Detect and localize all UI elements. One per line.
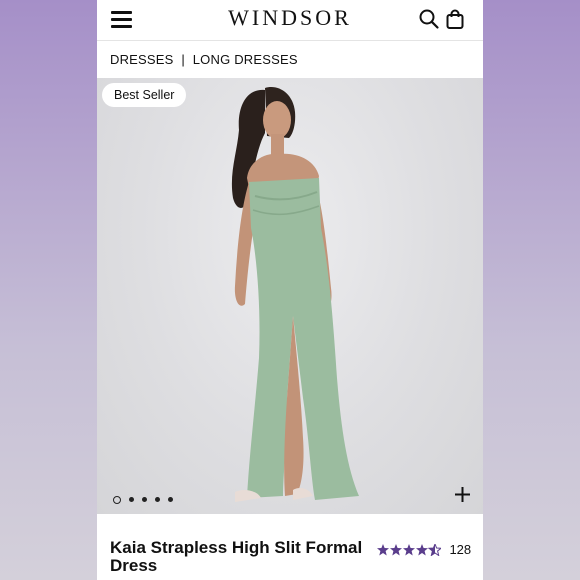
carousel-dot-1[interactable] <box>113 495 121 504</box>
plus-icon[interactable] <box>454 486 471 503</box>
breadcrumb: DRESSES | LONG DRESSES <box>110 52 298 67</box>
carousel-dots <box>113 491 181 504</box>
product-photo <box>231 87 359 502</box>
product-page: WINDSOR DRESSES | LONG DRESSES Best Sell… <box>97 0 483 580</box>
background-right <box>483 0 580 580</box>
product-image-carousel[interactable]: Best Seller <box>97 78 483 514</box>
breadcrumb-separator: | <box>181 52 185 67</box>
product-title: Kaia Strapless High Slit Formal Dress <box>110 538 363 575</box>
best-seller-badge: Best Seller <box>102 83 187 107</box>
background-left <box>0 0 97 580</box>
star-rating-icon <box>377 543 441 556</box>
product-rating[interactable]: 128 <box>377 541 471 557</box>
breadcrumb-dresses[interactable]: DRESSES <box>110 52 174 67</box>
top-nav-bar: WINDSOR <box>97 0 483 40</box>
review-count[interactable]: 128 <box>449 542 471 557</box>
search-icon[interactable] <box>418 8 440 30</box>
header-divider <box>97 40 483 41</box>
shopping-bag-icon[interactable] <box>444 8 466 30</box>
breadcrumb-long-dresses[interactable]: LONG DRESSES <box>193 52 298 67</box>
